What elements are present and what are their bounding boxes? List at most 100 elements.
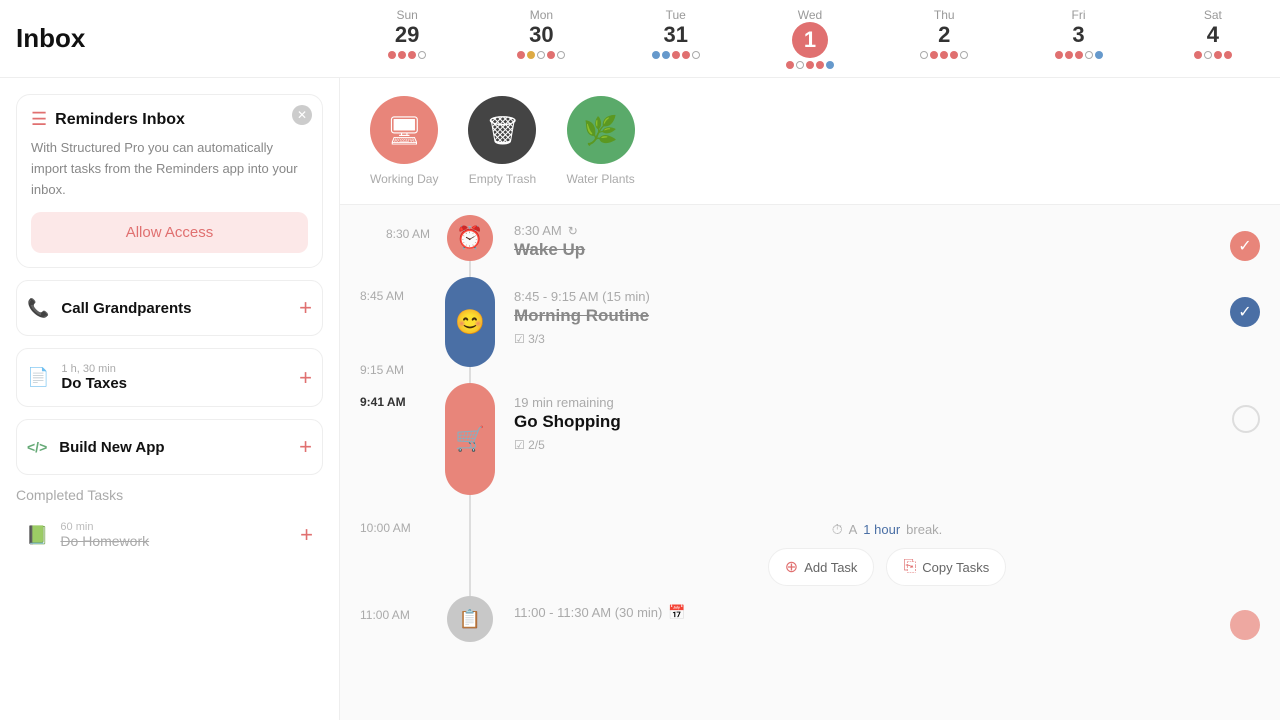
add-task-button[interactable]: ⊕ Add Task: [768, 548, 875, 586]
empty-trash-event[interactable]: 🗑 Empty Trash: [468, 96, 536, 186]
event-subtitle: ☑ 2/5: [514, 438, 1232, 452]
dot: [826, 61, 834, 69]
allow-access-button[interactable]: Allow Access: [31, 212, 308, 253]
clock-icon: ⏱: [832, 521, 843, 538]
partial-circle: [1230, 610, 1260, 640]
connector-line: [469, 261, 471, 277]
book-icon: 📗: [26, 525, 48, 546]
dot: [1075, 51, 1083, 59]
check-done-blue[interactable]: ✓: [1230, 297, 1260, 327]
item-label: Build New App: [59, 439, 299, 456]
dot: [960, 51, 968, 59]
cal-dots: [877, 51, 1011, 59]
cal-dots: [474, 51, 608, 59]
timeline-entry-morning-routine[interactable]: 8:45 AM 9:15 AM 😊 8:45 - 9:15 AM (15 min…: [360, 277, 1260, 383]
plus-circle-icon: ⊕: [785, 557, 798, 577]
cal-day-num: 4: [1146, 22, 1280, 48]
event-title: Wake Up: [514, 240, 1230, 260]
cal-day-tue[interactable]: Tue 31: [609, 8, 743, 69]
sidebar: ☰ Reminders Inbox ✕ With Structured Pro …: [0, 78, 340, 720]
wake-up-bubble: ⏰: [447, 215, 493, 261]
event-time: 11:00 - 11:30 AM (30 min) 📅: [514, 604, 1230, 621]
page-title: Inbox: [16, 23, 85, 54]
dot: [806, 61, 814, 69]
dot: [950, 51, 958, 59]
cal-day-num: 3: [1011, 22, 1145, 48]
time-label: 11:00 AM: [360, 608, 430, 622]
dot: [1065, 51, 1073, 59]
event-remaining: 19 min remaining: [514, 395, 1232, 410]
list-item[interactable]: </> Build New App +: [16, 419, 323, 475]
event-title-active: Go Shopping: [514, 412, 1232, 432]
calendar-header: Sun 29 Mon 30: [340, 0, 1280, 77]
reminders-list-icon: ☰: [31, 109, 47, 130]
dot: [1204, 51, 1212, 59]
timeline-entry-wake-up[interactable]: 8:30 AM ⏰ 8:30 AM ↻ Wake Up ✓: [360, 215, 1260, 277]
dot: [920, 51, 928, 59]
list-item[interactable]: 📄 1 h, 30 min Do Taxes +: [16, 348, 323, 407]
cal-day-wed[interactable]: Wed 1: [743, 8, 877, 69]
dot: [527, 51, 535, 59]
time-label-end: 9:15 AM: [360, 363, 430, 383]
cal-dots: [340, 51, 474, 59]
cal-day-sun[interactable]: Sun 29: [340, 8, 474, 69]
right-panel: 🖥 Working Day 🗑 Empty Trash 🌿 Water Plan…: [340, 78, 1280, 720]
cal-day-fri[interactable]: Fri 3: [1011, 8, 1145, 69]
timeline-break-row: 10:00 AM ⏱ A 1 hour break. ⊕: [360, 511, 1260, 596]
water-plants-label: Water Plants: [566, 172, 634, 186]
time-label: 8:30 AM: [386, 227, 430, 241]
copy-tasks-button[interactable]: ⎘ Copy Tasks: [886, 548, 1006, 586]
copy-icon: ⎘: [903, 558, 916, 576]
item-sub: 1 h, 30 min: [61, 363, 299, 375]
add-button[interactable]: +: [300, 522, 313, 548]
cal-day-sat[interactable]: Sat 4: [1146, 8, 1280, 69]
water-plants-event[interactable]: 🌿 Water Plants: [566, 96, 634, 186]
water-plants-icon: 🌿: [567, 96, 635, 164]
event-time: 8:45 - 9:15 AM (15 min): [514, 289, 1230, 304]
cal-day-thu[interactable]: Thu 2: [877, 8, 1011, 69]
event-subtitle: ☑ 3/3: [514, 332, 1230, 346]
dot: [1194, 51, 1202, 59]
time-label-bold: 9:41 AM: [360, 383, 430, 409]
check-done[interactable]: ✓: [1230, 231, 1260, 261]
break-actions: ⊕ Add Task ⎘ Copy Tasks: [768, 548, 1006, 586]
dot: [1214, 51, 1222, 59]
cal-day-name: Wed: [743, 8, 877, 22]
dot: [930, 51, 938, 59]
add-button[interactable]: +: [299, 434, 312, 460]
cal-dots: [743, 61, 877, 69]
dot: [692, 51, 700, 59]
completed-section: Completed Tasks 📗 60 min Do Homework +: [16, 487, 323, 559]
dot: [517, 51, 525, 59]
dot: [547, 51, 555, 59]
add-button[interactable]: +: [299, 365, 312, 391]
timeline-entry-go-shopping[interactable]: 9:41 AM 🛒 19 min remaining Go Shopping ☑…: [360, 383, 1260, 511]
cal-day-num: 2: [877, 22, 1011, 48]
code-icon: </>: [27, 439, 47, 455]
dot: [652, 51, 660, 59]
connector-line: [469, 495, 471, 511]
inbox-title-area: Inbox: [0, 0, 340, 77]
cal-day-today: 1: [792, 22, 828, 58]
reminders-card-title: Reminders Inbox: [55, 111, 185, 129]
connector-line: [469, 367, 471, 383]
working-day-event[interactable]: 🖥 Working Day: [370, 96, 438, 186]
close-button[interactable]: ✕: [292, 105, 312, 125]
cal-dots: [1146, 51, 1280, 59]
item-label: Call Grandparents: [61, 300, 299, 317]
dot: [672, 51, 680, 59]
empty-trash-label: Empty Trash: [469, 172, 536, 186]
timeline-entry-11am[interactable]: 11:00 AM 📋 11:00 - 11:30 AM (30 min) 📅: [360, 596, 1260, 648]
event-time: 8:30 AM ↻: [514, 223, 1230, 238]
completed-label: Completed Tasks: [16, 487, 323, 503]
cal-day-mon[interactable]: Mon 30: [474, 8, 608, 69]
dot: [1224, 51, 1232, 59]
check-empty[interactable]: [1232, 405, 1260, 433]
dot: [408, 51, 416, 59]
time-label: 10:00 AM: [360, 521, 430, 535]
list-item[interactable]: 📞 Call Grandparents +: [16, 280, 323, 336]
add-button[interactable]: +: [299, 295, 312, 321]
completed-item[interactable]: 📗 60 min Do Homework +: [16, 511, 323, 559]
event-bubble-gray: 📋: [447, 596, 493, 642]
completed-sub: 60 min: [60, 521, 300, 533]
